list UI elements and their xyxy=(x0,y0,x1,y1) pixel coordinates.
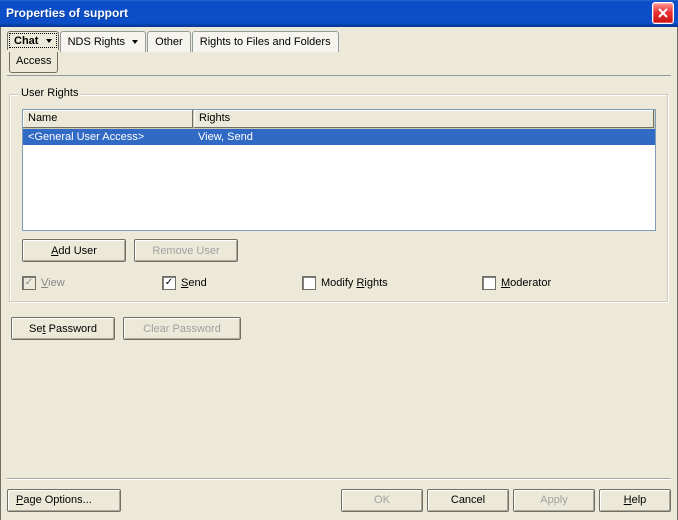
subtab-access-label: Access xyxy=(16,55,51,67)
set-password-button[interactable]: Set Password xyxy=(11,317,115,340)
window-title: Properties of support xyxy=(6,6,652,20)
close-icon xyxy=(658,8,668,18)
checkbox-moderator-box[interactable] xyxy=(482,276,496,290)
tab-chat-label: Chat xyxy=(14,35,38,47)
checkbox-send-box[interactable]: ✓ xyxy=(162,276,176,290)
checkbox-send[interactable]: ✓ Send xyxy=(162,276,302,290)
cell-rights: View, Send xyxy=(193,130,655,144)
tab-nds-rights-label: NDS Rights xyxy=(68,36,125,48)
help-button[interactable]: Help xyxy=(599,489,671,512)
tab-rights-files-folders[interactable]: Rights to Files and Folders xyxy=(192,31,339,52)
tab-other-label: Other xyxy=(155,36,183,48)
add-user-button[interactable]: Add User xyxy=(22,239,126,262)
table-row[interactable]: <General User Access> View, Send xyxy=(23,129,655,145)
checkbox-moderator[interactable]: Moderator xyxy=(482,276,551,290)
user-rights-group: User Rights Name Rights <General User Ac… xyxy=(9,94,669,303)
checkbox-modify-rights-box[interactable] xyxy=(302,276,316,290)
chevron-down-icon xyxy=(132,40,138,44)
user-rights-table[interactable]: Name Rights <General User Access> View, … xyxy=(22,109,656,231)
tab-chat[interactable]: Chat xyxy=(7,31,59,50)
page-options-button[interactable]: Page Options... xyxy=(7,489,121,512)
cancel-button[interactable]: Cancel xyxy=(427,489,509,512)
checkbox-view: ✓ View xyxy=(22,276,162,290)
tab-rights-files-folders-label: Rights to Files and Folders xyxy=(200,36,331,48)
clear-password-button: Clear Password xyxy=(123,317,241,340)
chevron-down-icon xyxy=(46,39,52,43)
checkbox-view-box: ✓ xyxy=(22,276,36,290)
cell-name: <General User Access> xyxy=(23,130,193,144)
close-button[interactable] xyxy=(652,2,674,24)
ok-button: OK xyxy=(341,489,423,512)
checkbox-view-label: View xyxy=(41,277,65,289)
client-area: Chat NDS Rights Other Rights to Files an… xyxy=(0,27,678,520)
tab-nds-rights[interactable]: NDS Rights xyxy=(60,31,147,52)
checkbox-moderator-label: Moderator xyxy=(501,277,551,289)
title-bar: Properties of support xyxy=(0,0,678,27)
checkbox-send-label: Send xyxy=(181,277,207,289)
column-rights[interactable]: Rights xyxy=(194,110,655,128)
column-name[interactable]: Name xyxy=(23,110,194,128)
checkbox-modify-rights-label: Modify Rights xyxy=(321,277,388,289)
checkbox-modify-rights[interactable]: Modify Rights xyxy=(302,276,482,290)
subtab-access: Access xyxy=(9,52,58,73)
dialog-button-bar: Page Options... OK Cancel Apply Help xyxy=(7,479,671,514)
user-rights-legend: User Rights xyxy=(18,87,81,99)
table-header: Name Rights xyxy=(23,110,655,129)
remove-user-button: Remove User xyxy=(134,239,238,262)
tab-other[interactable]: Other xyxy=(147,31,191,52)
apply-button: Apply xyxy=(513,489,595,512)
tab-strip: Chat NDS Rights Other Rights to Files an… xyxy=(7,31,671,76)
